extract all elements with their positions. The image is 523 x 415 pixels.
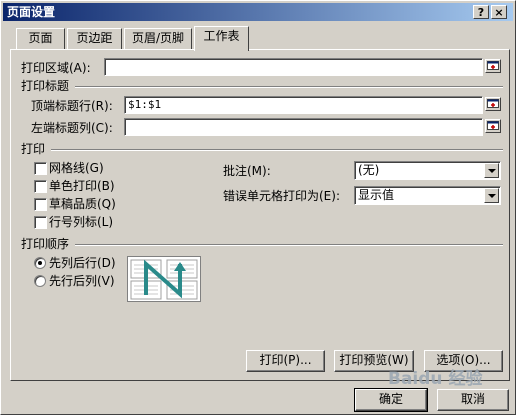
baidu-watermark: Baidu 经验: [388, 369, 483, 389]
row-col-headings-checkbox[interactable]: [34, 216, 47, 229]
comments-value: (无): [358, 163, 380, 177]
cancel-button[interactable]: 取消: [437, 389, 509, 411]
rows-collapse-button[interactable]: [485, 97, 501, 111]
over-then-down-radio[interactable]: [34, 275, 46, 287]
help-button[interactable]: ?: [473, 5, 489, 19]
page-order-divider: [75, 244, 503, 246]
print-button[interactable]: 打印(P)...: [246, 350, 325, 372]
close-button[interactable]: ×: [491, 5, 507, 19]
gridlines-checkbox[interactable]: [34, 162, 47, 175]
collapse-dialog-icon: [487, 121, 499, 130]
print-area-input[interactable]: [104, 58, 483, 76]
columns-to-repeat-label: 左端标题列(C):: [31, 121, 113, 135]
print-titles-divider: [75, 86, 503, 88]
comments-select[interactable]: (无): [354, 161, 501, 180]
tab-header-footer[interactable]: 页眉/页脚: [124, 28, 192, 49]
comments-label: 批注(M):: [223, 164, 271, 178]
collapse-dialog-icon: [487, 99, 499, 108]
draft-quality-label: 草稿品质(Q): [49, 197, 116, 211]
background-strip: [516, 0, 523, 415]
down-then-over-label: 先列后行(D): [49, 256, 116, 270]
print-divider: [51, 149, 503, 151]
rows-to-repeat-label: 顶端标题行(R):: [31, 99, 113, 113]
cell-errors-value: 显示值: [358, 188, 395, 202]
columns-collapse-button[interactable]: [485, 119, 501, 133]
tab-page[interactable]: 页面: [16, 28, 65, 49]
collapse-dialog-icon: [487, 61, 499, 70]
black-white-label: 单色打印(B): [49, 179, 115, 193]
window-title: 页面设置: [7, 5, 56, 19]
gridlines-label: 网格线(G): [49, 161, 104, 175]
columns-to-repeat-input[interactable]: [124, 118, 483, 136]
draft-quality-checkbox[interactable]: [34, 198, 47, 211]
dropdown-arrow-icon[interactable]: [484, 163, 499, 178]
black-white-checkbox[interactable]: [34, 180, 47, 193]
down-then-over-radio[interactable]: [34, 257, 46, 269]
tab-margins[interactable]: 页边距: [67, 28, 122, 49]
page-order-header: 打印顺序: [21, 237, 70, 251]
print-header: 打印: [21, 142, 46, 156]
tab-sheet[interactable]: 工作表: [194, 26, 249, 51]
cell-errors-select[interactable]: 显示值: [354, 186, 501, 205]
print-area-collapse-button[interactable]: [485, 59, 501, 73]
rows-to-repeat-input[interactable]: $1:$1: [124, 96, 483, 114]
cell-errors-label: 错误单元格打印为(E):: [223, 189, 340, 203]
ok-button[interactable]: 确定: [354, 388, 428, 412]
dropdown-arrow-icon[interactable]: [484, 188, 499, 203]
page-order-preview-icon: [127, 256, 201, 302]
print-titles-header: 打印标题: [21, 79, 70, 93]
print-area-label: 打印区域(A):: [21, 61, 91, 75]
over-then-down-label: 先行后列(V): [49, 274, 115, 288]
title-bar: 页面设置 ? ×: [3, 3, 513, 21]
page-setup-dialog: 页面设置 ? × 页面 页边距 页眉/页脚 工作表 打印区域(A): 打印标题 …: [0, 0, 516, 415]
row-col-headings-label: 行号列标(L): [49, 215, 114, 229]
